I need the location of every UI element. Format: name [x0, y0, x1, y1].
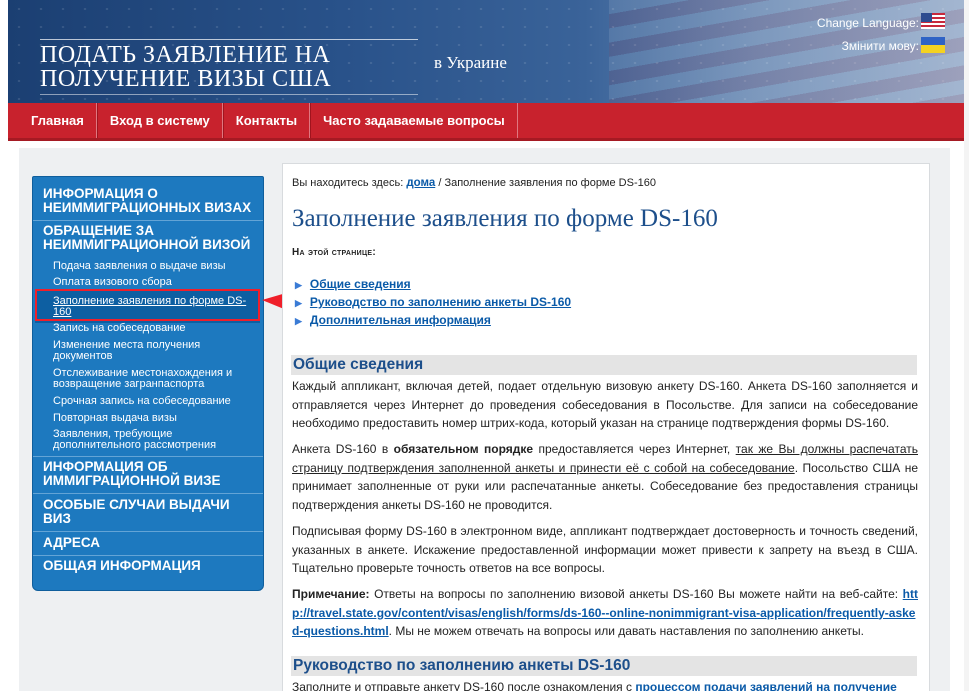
site-title-line2: ПОЛУЧЕНИЕ ВИЗЫ США [40, 66, 332, 92]
section-heading-guide: Руководство по заполнению анкеты DS-160 [293, 657, 631, 674]
annotation-highlight-box [35, 289, 260, 321]
sidebar-item-additional-review[interactable]: Заявления, требующие дополнительного рас… [53, 429, 253, 451]
left-margin [0, 0, 8, 691]
note-text-b: . Мы не можем отвечать на вопросы или да… [388, 624, 864, 638]
browser-viewport: ПОДАТЬ ЗАЯВЛЕНИЕ НА ПОЛУЧЕНИЕ ВИЗЫ США в… [0, 0, 969, 691]
breadcrumb: Вы находитесь здесь: дома / Заполнение з… [292, 177, 656, 189]
nav-home[interactable]: Главная [8, 103, 97, 138]
toc-link-guide[interactable]: Руководство по заполнению анкеты DS-160 [310, 295, 571, 309]
sidebar-divider [33, 531, 263, 532]
triangle-right-icon: ▶ [295, 316, 302, 326]
nav-faq[interactable]: Часто задаваемые вопросы [310, 103, 518, 138]
paragraph-note: Примечание: Ответы на вопросы по заполне… [292, 585, 918, 641]
triangle-right-icon: ▶ [295, 280, 302, 290]
paragraph-general-1: Каждый аппликант, включая детей, подает … [292, 379, 918, 430]
site-header: ПОДАТЬ ЗАЯВЛЕНИЕ НА ПОЛУЧЕНИЕ ВИЗЫ США в… [8, 0, 969, 103]
paragraph-general-2: Анкета DS-160 в обязательном порядке пре… [292, 440, 918, 514]
p2-bold: обязательном порядке [393, 442, 534, 456]
sidebar-section-immigrant-info[interactable]: ИНФОРМАЦИЯ ОБ ИММИГРАЦИОННОЙ ВИЗЕ [33, 460, 263, 488]
toc-link-general[interactable]: Общие сведения [310, 277, 411, 291]
scrollbar-track[interactable] [964, 0, 969, 691]
sidebar-section-addresses[interactable]: АДРЕСА [33, 536, 263, 550]
note-text-a: Ответы на вопросы по заполнению визовой … [369, 587, 903, 601]
paragraph-general-3: Подписывая форму DS-160 в электронном ви… [292, 524, 918, 575]
breadcrumb-current: / Заполнение заявления по форме DS-160 [438, 177, 656, 189]
change-language-link[interactable]: Change Language: [817, 16, 919, 30]
sidebar-section-nonimmigrant-info[interactable]: ИНФОРМАЦИЯ О НЕИММИГРАЦИОННЫХ ВИЗАХ [33, 187, 263, 215]
sidebar-item-change-location[interactable]: Изменение места получения документов [53, 340, 253, 362]
sidebar-section-general-info[interactable]: ОБЩАЯ ИНФОРМАЦИЯ [33, 559, 263, 573]
country-label: в Украине [434, 53, 507, 72]
paragraph-guide-1: Заполните и отправьте анкету DS-160 посл… [292, 678, 918, 691]
title-rule-bottom [40, 94, 418, 95]
sidebar-section-apply-nonimmigrant[interactable]: ОБРАЩЕНИЕ ЗА НЕИММИГРАЦИОННОЙ ВИЗОЙ [33, 224, 263, 252]
site-title-line1: ПОДАТЬ ЗАЯВЛЕНИЕ НА [40, 42, 331, 68]
toc-link-additional[interactable]: Дополнительная информация [310, 313, 491, 327]
sidebar-divider [33, 456, 263, 457]
sidebar: ИНФОРМАЦИЯ О НЕИММИГРАЦИОННЫХ ВИЗАХ ОБРА… [32, 176, 264, 591]
p5-text: Заполните и отправьте анкету DS-160 посл… [292, 680, 636, 691]
sidebar-item-interview[interactable]: Запись на собеседование [53, 323, 253, 334]
sidebar-item-track-passport[interactable]: Отслеживание местонахождения и возвращен… [53, 368, 253, 390]
site-title[interactable]: ПОДАТЬ ЗАЯВЛЕНИЕ НА ПОЛУЧЕНИЕ ВИЗЫ США [40, 43, 331, 91]
toc-item: ▶ Общие сведения [295, 277, 411, 291]
section-heading-bar: Руководство по заполнению анкеты DS-160 [291, 656, 917, 676]
section-heading-bar: Общие сведения [291, 355, 917, 375]
change-language-ua-link[interactable]: Змінити мову: [842, 39, 919, 53]
sidebar-item-submit-application[interactable]: Подача заявления о выдаче визы [53, 261, 253, 272]
section-heading-general: Общие сведения [293, 356, 424, 373]
p2-text-b: предоставляется через Интернет, [533, 442, 736, 456]
triangle-right-icon: ▶ [295, 298, 302, 308]
breadcrumb-prefix: Вы находитесь здесь: [292, 177, 404, 189]
sidebar-divider [33, 555, 263, 556]
sidebar-section-special-cases[interactable]: ОСОБЫЕ СЛУЧАИ ВЫДАЧИ ВИЗ [33, 498, 263, 526]
sidebar-divider [33, 493, 263, 494]
toc-item: ▶ Руководство по заполнению анкеты DS-160 [295, 295, 571, 309]
sidebar-item-visa-fee[interactable]: Оплата визового сбора [53, 277, 253, 288]
sidebar-item-visa-reissue[interactable]: Повторная выдача визы [53, 413, 253, 424]
ukraine-flag-icon[interactable] [921, 37, 945, 53]
on-this-page-label: На этой странице: [292, 247, 376, 258]
page-title: Заполнение заявления по форме DS-160 [292, 205, 718, 232]
sidebar-item-urgent-interview[interactable]: Срочная запись на собеседование [53, 396, 253, 407]
process-link[interactable]: процессом подачи заявлений на получение [635, 680, 896, 691]
toc-item: ▶ Дополнительная информация [295, 313, 491, 327]
breadcrumb-home-link[interactable]: дома [406, 177, 435, 189]
main-nav: Главная Вход в систему Контакты Часто за… [8, 103, 969, 141]
us-flag-icon[interactable] [921, 13, 945, 29]
nav-login[interactable]: Вход в систему [96, 103, 223, 138]
title-rule-top [40, 39, 418, 40]
note-label: Примечание: [292, 587, 370, 601]
sidebar-divider [33, 220, 263, 221]
nav-contacts[interactable]: Контакты [222, 103, 311, 138]
p2-text-a: Анкета DS-160 в [292, 442, 394, 456]
